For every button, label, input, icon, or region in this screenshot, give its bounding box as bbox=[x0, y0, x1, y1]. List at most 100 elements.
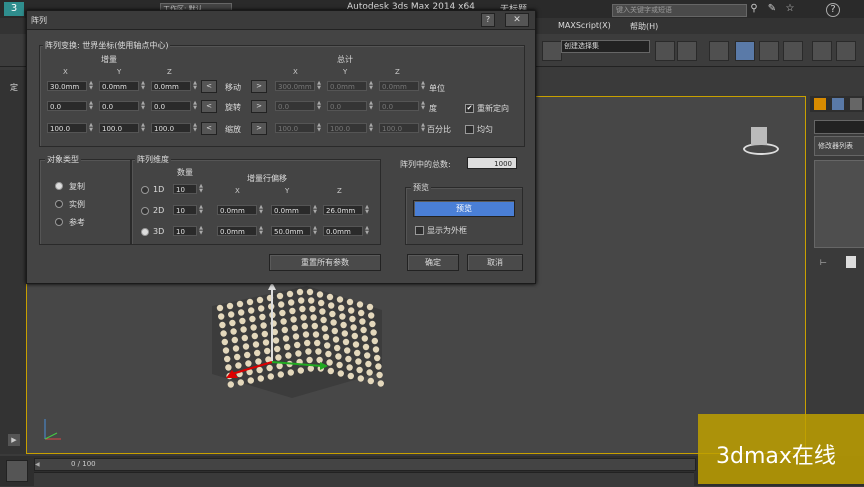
object-name-field[interactable] bbox=[814, 120, 864, 134]
offset-2d-x[interactable]: 0.0mm bbox=[217, 205, 257, 215]
rotate-total-y-spinner-icon[interactable]: ▲ ▼ bbox=[368, 101, 374, 111]
modify-tab-icon[interactable] bbox=[832, 98, 844, 110]
schematic-view-icon[interactable] bbox=[783, 41, 803, 61]
modifier-list-dropdown[interactable]: 修改器列表 bbox=[814, 136, 864, 156]
move-inc-x-spinner-icon[interactable]: ▲ ▼ bbox=[88, 81, 94, 91]
rotate-total-z[interactable]: 0.0 bbox=[379, 101, 419, 111]
scale-total-x-spinner-icon[interactable]: ▲ ▼ bbox=[316, 123, 322, 133]
snap-icon[interactable] bbox=[542, 41, 562, 61]
help-icon[interactable]: ? bbox=[826, 3, 840, 17]
move-total-y-spinner-icon[interactable]: ▲ ▼ bbox=[368, 81, 374, 91]
scale-inc-z-spinner-icon[interactable]: ▲ ▼ bbox=[192, 123, 198, 133]
rotate-total-x-spinner-icon[interactable]: ▲ ▼ bbox=[316, 101, 322, 111]
move-total-x[interactable]: 300.0mm bbox=[275, 81, 315, 91]
offset-3d-z[interactable]: 0.0mm bbox=[323, 226, 363, 236]
uniform-checkbox[interactable] bbox=[465, 125, 474, 134]
move-inc-y[interactable]: 0.0mm bbox=[99, 81, 139, 91]
copy-radio[interactable] bbox=[55, 182, 63, 190]
rotate-total-y[interactable]: 0.0 bbox=[327, 101, 367, 111]
offset-3d-x-spinner-icon[interactable]: ▲ ▼ bbox=[258, 226, 264, 236]
offset-2d-y-spinner-icon[interactable]: ▲ ▼ bbox=[312, 205, 318, 215]
selection-set-dropdown[interactable]: 创建选择集 bbox=[561, 40, 650, 53]
hierarchy-tab-icon[interactable] bbox=[850, 98, 862, 110]
move-inc-y-spinner-icon[interactable]: ▲ ▼ bbox=[140, 81, 146, 91]
preview-button[interactable]: 预览 bbox=[413, 200, 515, 217]
mirror-icon[interactable] bbox=[655, 41, 675, 61]
ok-button[interactable]: 确定 bbox=[407, 254, 459, 271]
render-setup-icon[interactable] bbox=[836, 41, 856, 61]
reorient-checkbox[interactable]: ✔ bbox=[465, 104, 474, 113]
count-2d-spinner-icon[interactable]: ▲ ▼ bbox=[198, 205, 204, 215]
cancel-button[interactable]: 取消 bbox=[467, 254, 523, 271]
rotate-total-x[interactable]: 0.0 bbox=[275, 101, 315, 111]
move-inc-z[interactable]: 0.0mm bbox=[151, 81, 191, 91]
app-logo-icon[interactable]: 3 bbox=[4, 2, 24, 16]
scale-inc-x-spinner-icon[interactable]: ▲ ▼ bbox=[88, 123, 94, 133]
count-1d-spinner-icon[interactable]: ▲ ▼ bbox=[198, 184, 204, 194]
layer-icon[interactable] bbox=[709, 41, 729, 61]
instance-radio[interactable] bbox=[55, 200, 63, 208]
rotate-right-arrow-button[interactable]: > bbox=[251, 100, 267, 113]
material-editor-icon[interactable] bbox=[812, 41, 832, 61]
offset-2d-x-spinner-icon[interactable]: ▲ ▼ bbox=[258, 205, 264, 215]
dimension-1d-radio[interactable] bbox=[141, 186, 149, 194]
scale-inc-x[interactable]: 100.0 bbox=[47, 123, 87, 133]
scale-total-x[interactable]: 100.0 bbox=[275, 123, 315, 133]
time-slider-left-arrow-icon[interactable]: ◀ bbox=[35, 459, 43, 470]
rotate-inc-x[interactable]: 0.0 bbox=[47, 101, 87, 111]
dimension-3d-radio[interactable] bbox=[141, 228, 149, 236]
scale-inc-z[interactable]: 100.0 bbox=[151, 123, 191, 133]
display-as-box-checkbox[interactable] bbox=[415, 226, 424, 235]
scale-right-arrow-button[interactable]: > bbox=[251, 122, 267, 135]
rotate-total-z-spinner-icon[interactable]: ▲ ▼ bbox=[420, 101, 426, 111]
dimension-2d-radio[interactable] bbox=[141, 207, 149, 215]
count-1d[interactable]: 10 bbox=[173, 184, 197, 194]
scene-explorer-icon[interactable] bbox=[735, 41, 755, 61]
offset-3d-z-spinner-icon[interactable]: ▲ ▼ bbox=[364, 226, 370, 236]
scale-total-z-spinner-icon[interactable]: ▲ ▼ bbox=[420, 123, 426, 133]
search-input[interactable]: 键入关键字或短语 bbox=[612, 4, 747, 17]
create-tab-icon[interactable] bbox=[814, 98, 826, 110]
close-button[interactable]: ✕ bbox=[505, 13, 529, 27]
move-left-arrow-button[interactable]: < bbox=[201, 80, 217, 93]
rotate-inc-z[interactable]: 0.0 bbox=[151, 101, 191, 111]
track-bar[interactable] bbox=[34, 472, 694, 487]
binoculars-icon[interactable]: ⚲ bbox=[748, 3, 760, 15]
offset-2d-z-spinner-icon[interactable]: ▲ ▼ bbox=[364, 205, 370, 215]
sphere-array[interactable] bbox=[212, 282, 392, 402]
rotate-inc-z-spinner-icon[interactable]: ▲ ▼ bbox=[192, 101, 198, 111]
offset-2d-y[interactable]: 0.0mm bbox=[271, 205, 311, 215]
rotate-inc-y[interactable]: 0.0 bbox=[99, 101, 139, 111]
dialog-title-bar[interactable]: 阵列 ? ✕ bbox=[27, 11, 535, 30]
modifier-stack[interactable] bbox=[814, 160, 864, 248]
menu-maxscript[interactable]: MAXScript(X) bbox=[558, 21, 611, 30]
scale-total-y-spinner-icon[interactable]: ▲ ▼ bbox=[368, 123, 374, 133]
command-panel-tabs[interactable] bbox=[810, 96, 864, 112]
move-total-x-spinner-icon[interactable]: ▲ ▼ bbox=[316, 81, 322, 91]
count-2d[interactable]: 10 bbox=[173, 205, 197, 215]
pin-stack-icon[interactable]: ⊢ bbox=[820, 258, 830, 268]
move-right-arrow-button[interactable]: > bbox=[251, 80, 267, 93]
help-button[interactable]: ? bbox=[481, 13, 495, 27]
offset-2d-z[interactable]: 26.0mm bbox=[323, 205, 363, 215]
offset-3d-y-spinner-icon[interactable]: ▲ ▼ bbox=[312, 226, 318, 236]
star-icon[interactable]: ☆ bbox=[784, 3, 796, 15]
offset-3d-y[interactable]: 50.0mm bbox=[271, 226, 311, 236]
count-3d[interactable]: 10 bbox=[173, 226, 197, 236]
reset-all-parameters-button[interactable]: 重置所有参数 bbox=[269, 254, 381, 271]
reference-radio[interactable] bbox=[55, 218, 63, 226]
move-total-z-spinner-icon[interactable]: ▲ ▼ bbox=[420, 81, 426, 91]
move-total-z[interactable]: 0.0mm bbox=[379, 81, 419, 91]
align-icon[interactable] bbox=[677, 41, 697, 61]
time-slider[interactable]: 0 / 100 ◀ bbox=[34, 458, 696, 471]
wrench-icon[interactable]: ✎ bbox=[766, 3, 778, 15]
rotate-left-arrow-button[interactable]: < bbox=[201, 100, 217, 113]
menu-help[interactable]: 帮助(H) bbox=[630, 21, 658, 32]
move-inc-x[interactable]: 30.0mm bbox=[47, 81, 87, 91]
offset-3d-x[interactable]: 0.0mm bbox=[217, 226, 257, 236]
scale-inc-y[interactable]: 100.0 bbox=[99, 123, 139, 133]
show-end-result-icon[interactable] bbox=[846, 256, 856, 268]
scale-inc-y-spinner-icon[interactable]: ▲ ▼ bbox=[140, 123, 146, 133]
rotate-inc-x-spinner-icon[interactable]: ▲ ▼ bbox=[88, 101, 94, 111]
curve-editor-icon[interactable] bbox=[759, 41, 779, 61]
